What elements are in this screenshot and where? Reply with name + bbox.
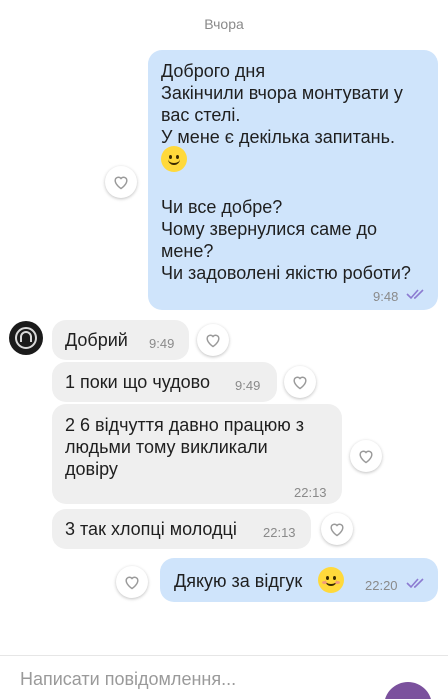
message-bubble-incoming[interactable]: Добрий 9:49 (52, 320, 189, 360)
like-button[interactable] (116, 566, 148, 598)
message-time: 22:13 (294, 485, 327, 500)
message-text: Доброго дня Закінчили вчора монтувати у … (161, 61, 403, 147)
message-text: Дякую за відгук (174, 571, 303, 591)
message-time: 22:20 (365, 578, 398, 593)
message-text: 3 так хлопці молодці (65, 519, 237, 539)
read-ticks-icon (406, 578, 424, 589)
message-time: 9:49 (149, 336, 175, 351)
message-bubble-outgoing[interactable]: Дякую за відгук 22:20 (160, 558, 438, 602)
date-separator: Вчора (204, 16, 244, 32)
read-ticks-icon (406, 289, 424, 300)
message-composer (0, 655, 448, 699)
message-time: 9:49 (235, 378, 261, 393)
message-time: 22:13 (263, 525, 296, 540)
contact-avatar[interactable] (9, 321, 43, 355)
like-button[interactable] (321, 513, 353, 545)
message-text: Добрий (65, 330, 128, 350)
message-bubble-incoming[interactable]: 2 6 відчуття давно працюю з людьми тому … (52, 404, 342, 504)
like-button[interactable] (284, 366, 316, 398)
smiling-face-blush-icon (318, 567, 344, 593)
heart-outline-icon (206, 334, 220, 348)
heart-outline-icon (359, 450, 373, 464)
heart-outline-icon (125, 576, 139, 590)
like-button[interactable] (350, 440, 382, 472)
heart-outline-icon (114, 176, 128, 190)
message-text: 1 поки що чудово (65, 372, 210, 392)
message-bubble-incoming[interactable]: 3 так хлопці молодці 22:13 (52, 509, 311, 549)
message-text: 2 6 відчуття давно працюю з людьми тому … (65, 415, 305, 479)
like-button[interactable] (197, 324, 229, 356)
slightly-smiling-face-icon (161, 146, 187, 172)
message-input[interactable] (20, 666, 360, 692)
like-button[interactable] (105, 166, 137, 198)
heart-outline-icon (330, 523, 344, 537)
heart-outline-icon (293, 376, 307, 390)
message-time: 9:48 (373, 289, 399, 304)
message-text: Чи все добре? Чому звернулися саме до ме… (161, 197, 411, 283)
message-bubble-outgoing[interactable]: Доброго дня Закінчили вчора монтувати у … (148, 50, 438, 310)
message-bubble-incoming[interactable]: 1 поки що чудово 9:49 (52, 362, 277, 402)
send-button[interactable] (384, 682, 432, 699)
avatar-logo-icon (15, 327, 37, 349)
